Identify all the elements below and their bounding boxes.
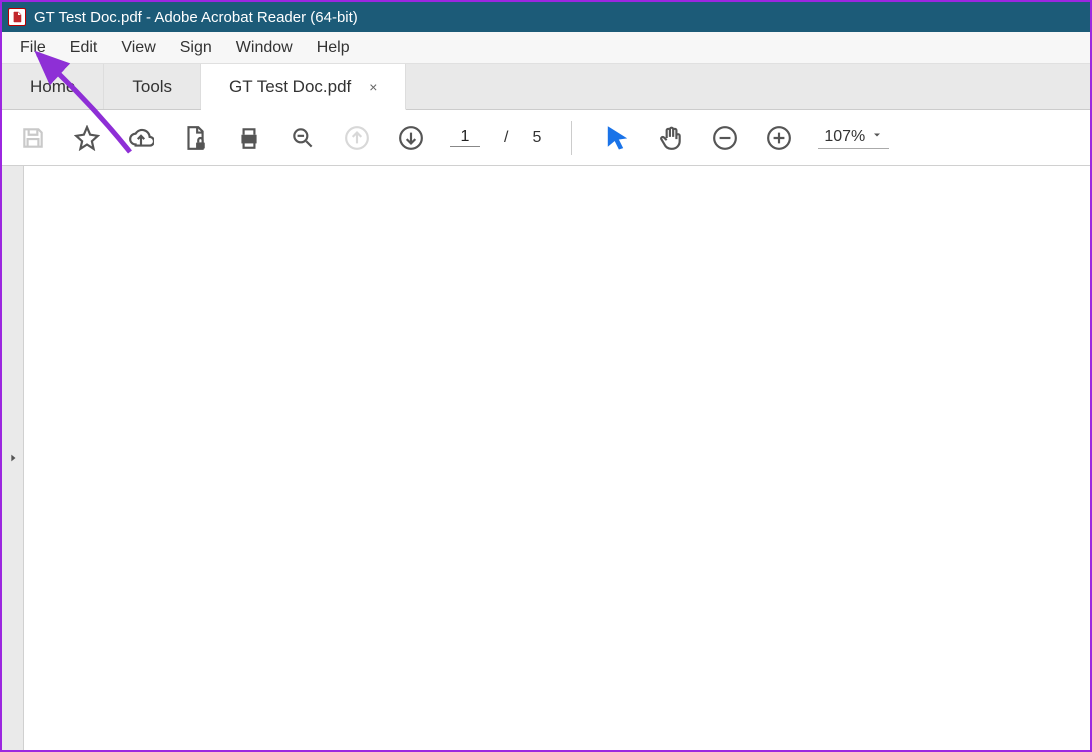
tab-document[interactable]: GT Test Doc.pdf × bbox=[201, 64, 406, 110]
zoom-out-icon[interactable] bbox=[710, 123, 740, 153]
hand-tool-icon[interactable] bbox=[656, 123, 686, 153]
toolbar: / 5 107% bbox=[2, 110, 1090, 166]
menu-edit[interactable]: Edit bbox=[58, 35, 110, 61]
tab-close-button[interactable]: × bbox=[369, 79, 377, 95]
zoom-level-text: 107% bbox=[824, 128, 865, 146]
page-total: 5 bbox=[532, 129, 541, 147]
star-icon[interactable] bbox=[72, 123, 102, 153]
menu-file[interactable]: File bbox=[8, 35, 58, 61]
document-view[interactable] bbox=[24, 166, 1090, 750]
tab-tools-label: Tools bbox=[132, 77, 172, 97]
toolbar-separator bbox=[571, 121, 572, 155]
page-lock-icon[interactable] bbox=[180, 123, 210, 153]
tab-home-label: Home bbox=[30, 77, 75, 97]
page-up-icon[interactable] bbox=[342, 123, 372, 153]
page-down-icon[interactable] bbox=[396, 123, 426, 153]
find-icon[interactable] bbox=[288, 123, 318, 153]
tab-bar: Home Tools GT Test Doc.pdf × bbox=[2, 64, 1090, 110]
window-title: GT Test Doc.pdf - Adobe Acrobat Reader (… bbox=[34, 9, 358, 26]
zoom-in-icon[interactable] bbox=[764, 123, 794, 153]
menu-view[interactable]: View bbox=[109, 35, 167, 61]
chevron-down-icon bbox=[871, 128, 883, 146]
selection-tool-icon[interactable] bbox=[602, 123, 632, 153]
menu-help[interactable]: Help bbox=[305, 35, 362, 61]
zoom-level-dropdown[interactable]: 107% bbox=[818, 126, 889, 149]
titlebar: GT Test Doc.pdf - Adobe Acrobat Reader (… bbox=[2, 2, 1090, 32]
menu-window[interactable]: Window bbox=[224, 35, 305, 61]
page-number-input[interactable] bbox=[450, 128, 480, 147]
app-icon bbox=[8, 8, 26, 26]
tab-document-label: GT Test Doc.pdf bbox=[229, 77, 351, 97]
content-area bbox=[2, 166, 1090, 750]
cloud-upload-icon[interactable] bbox=[126, 123, 156, 153]
save-icon[interactable] bbox=[18, 123, 48, 153]
tab-home[interactable]: Home bbox=[2, 64, 104, 109]
page-separator: / bbox=[504, 129, 508, 147]
sidebar-expand-button[interactable] bbox=[2, 166, 24, 750]
menu-sign[interactable]: Sign bbox=[168, 35, 224, 61]
print-icon[interactable] bbox=[234, 123, 264, 153]
menubar: File Edit View Sign Window Help bbox=[2, 32, 1090, 64]
tab-tools[interactable]: Tools bbox=[104, 64, 201, 109]
